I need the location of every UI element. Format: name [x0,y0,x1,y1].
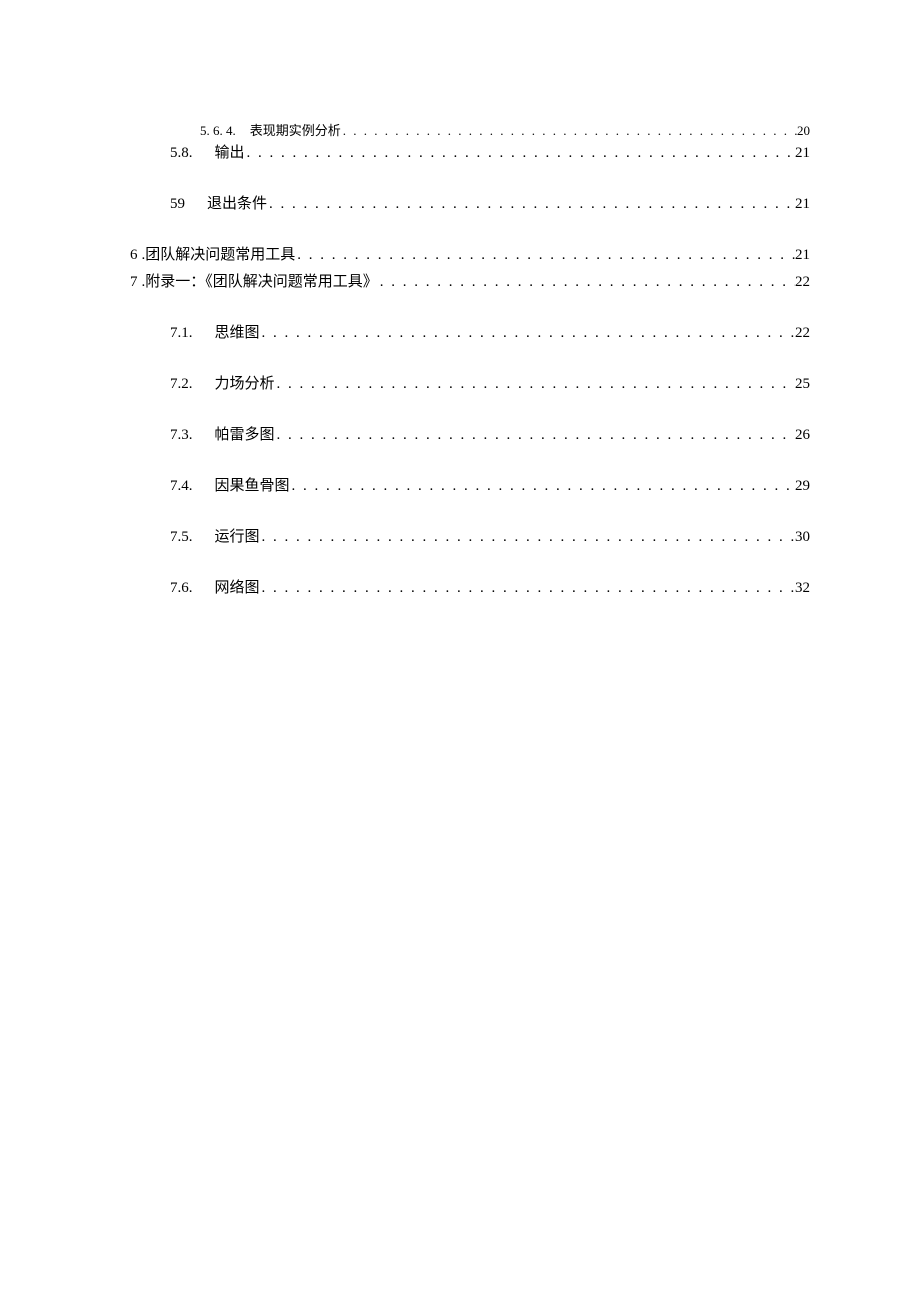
toc-title: 因果鱼骨图 [193,474,290,495]
toc-entry: 7.4. 因果鱼骨图 29 [130,474,810,495]
toc-leader [260,580,795,597]
toc-page: 22 [795,274,810,291]
toc-page: 30 [795,529,810,546]
toc-title: .团队解决问题常用工具 [138,243,296,264]
toc-leader [245,145,795,162]
toc-title: 运行图 [193,525,260,546]
toc-leader [275,427,795,444]
toc-leader [341,123,797,139]
toc-title: 网络图 [193,576,260,597]
toc-entry: 5. 6. 4. 表现期实例分析 20 [130,120,810,139]
toc-number: 7 [130,274,138,291]
toc-title: 力场分析 [193,372,275,393]
toc-page: 20 [797,123,810,139]
toc-page: 32 [795,580,810,597]
toc-entry: 59 退出条件 21 [130,192,810,213]
page: 5. 6. 4. 表现期实例分析 20 5.8. 输出 21 59 退出条件 2… [0,0,920,597]
toc-title: .附录一：《团队解决问题常用工具》 [138,270,378,291]
toc-page: 21 [795,247,810,264]
toc-entry: 7.2. 力场分析 25 [130,372,810,393]
toc-number: 7.4. [170,478,193,495]
toc-entry: 7.1. 思维图 22 [130,321,810,342]
toc-page: 29 [795,478,810,495]
toc-title: 退出条件 [185,192,267,213]
toc-number: 7.1. [170,325,193,342]
toc-page: 22 [795,325,810,342]
toc-number: 6 [130,247,138,264]
toc-entry: 7.5. 运行图 30 [130,525,810,546]
toc-number: 5.8. [170,145,193,162]
toc-entry: 6 .团队解决问题常用工具 21 [130,243,810,264]
toc-title: 输出 [193,141,245,162]
toc-number: 5. 6. 4. [200,123,236,139]
toc-leader [295,247,795,264]
toc-number: 59 [170,196,185,213]
toc-leader [267,196,795,213]
toc-leader [290,478,795,495]
toc-entry: 7.3. 帕雷多图 26 [130,423,810,444]
toc-entry: 7.6. 网络图 32 [130,576,810,597]
toc-leader [260,325,795,342]
toc-leader [260,529,795,546]
toc-number: 7.5. [170,529,193,546]
toc-page: 25 [795,376,810,393]
toc-number: 7.6. [170,580,193,597]
toc-title: 表现期实例分析 [236,120,341,139]
toc-leader [378,274,795,291]
toc-title: 帕雷多图 [193,423,275,444]
toc-page: 21 [795,196,810,213]
toc-number: 7.2. [170,376,193,393]
toc-number: 7.3. [170,427,193,444]
toc-entry: 7 .附录一：《团队解决问题常用工具》 22 [130,270,810,291]
toc-entry: 5.8. 输出 21 [130,141,810,162]
toc-page: 26 [795,427,810,444]
toc-leader [275,376,795,393]
toc-page: 21 [795,145,810,162]
toc-title: 思维图 [193,321,260,342]
